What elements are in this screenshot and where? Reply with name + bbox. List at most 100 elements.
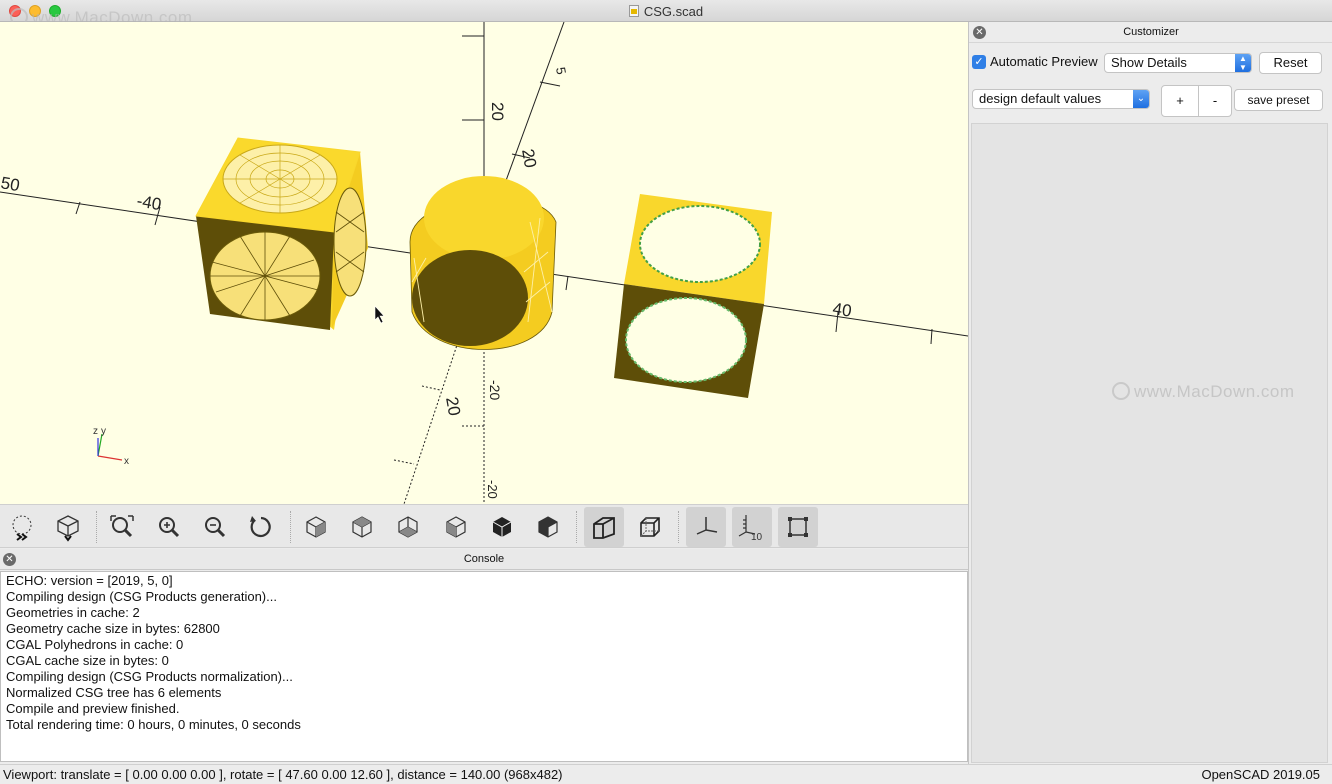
axis-label: 20 xyxy=(442,395,464,417)
preset-value: design default values xyxy=(979,91,1102,106)
console-line: ECHO: version = [2019, 5, 0] xyxy=(6,573,173,588)
y-axis-line-positive xyxy=(499,22,565,198)
view-bottom-button[interactable] xyxy=(388,507,428,547)
rounded-front-face xyxy=(412,250,528,346)
reset-view-button[interactable] xyxy=(241,507,281,547)
rounded-top-face xyxy=(424,176,544,260)
axis-label: 5 xyxy=(553,66,569,76)
customizer-header: ✕ Customizer xyxy=(969,22,1332,43)
scale-markers-icon: 10 xyxy=(738,515,763,542)
orthogonal-button[interactable] xyxy=(630,507,670,547)
view-back-button[interactable] xyxy=(528,507,568,547)
view-left-button[interactable] xyxy=(436,507,476,547)
show-details-value: Show Details xyxy=(1111,55,1187,70)
show-details-select[interactable]: Show Details ▲ ▼ xyxy=(1104,53,1252,73)
toolbar-separator xyxy=(576,511,577,543)
title-bar: CSG.scad www.MacDown.com xyxy=(0,0,1332,27)
reset-button[interactable]: Reset xyxy=(1259,52,1322,74)
status-bar: Viewport: translate = [ 0.00 0.00 0.00 ]… xyxy=(0,764,1332,784)
console-line: Normalized CSG tree has 6 elements xyxy=(6,685,222,700)
chevron-down-icon: ⌄ xyxy=(1133,90,1149,108)
sphere-cube-intersection xyxy=(409,176,557,350)
toolbar-separator xyxy=(678,511,679,543)
reset-view-icon xyxy=(250,516,271,538)
axis-label: 50 xyxy=(0,173,21,195)
customizer-parameters-area[interactable] xyxy=(971,123,1328,763)
view-back-icon xyxy=(538,516,558,538)
cube-sphere-difference xyxy=(195,137,368,330)
view-front-icon xyxy=(492,517,512,537)
axis-label: 40 xyxy=(831,299,852,320)
preview-button[interactable] xyxy=(2,507,42,547)
console-line: CGAL Polyhedrons in cache: 0 xyxy=(6,637,184,652)
add-preset-button[interactable]: + xyxy=(1161,85,1199,117)
edges-icon xyxy=(788,517,808,537)
mouse-cursor-icon xyxy=(374,305,385,324)
window-title-text: CSG.scad xyxy=(643,4,704,19)
orthogonal-icon xyxy=(640,517,660,537)
toolbar-separator xyxy=(96,511,97,543)
watermark: www.MacDown.com xyxy=(1112,382,1295,402)
viewport-info: Viewport: translate = [ 0.00 0.00 0.00 ]… xyxy=(3,767,563,782)
console-line: Compile and preview finished. xyxy=(6,701,180,716)
console-line: CGAL cache size in bytes: 0 xyxy=(6,653,169,668)
view-right-icon xyxy=(306,516,326,538)
axis-label: -40 xyxy=(135,191,163,214)
console-line: Total rendering time: 0 hours, 0 minutes… xyxy=(6,717,301,732)
show-edges-button[interactable] xyxy=(778,507,818,547)
view-top-button[interactable] xyxy=(342,507,382,547)
axis-label: -20 xyxy=(485,480,500,499)
axis-label: 20 xyxy=(518,147,540,169)
remove-preset-button[interactable]: - xyxy=(1198,85,1232,117)
zoom-out-button[interactable] xyxy=(195,507,235,547)
zoom-in-button[interactable] xyxy=(149,507,189,547)
view-all-button[interactable] xyxy=(102,507,142,547)
console-title: Console xyxy=(463,553,505,565)
console-output[interactable]: ECHO: version = [2019, 5, 0] Compiling d… xyxy=(0,571,968,762)
view-top-icon xyxy=(352,516,372,538)
z-indicator-label: z xyxy=(93,426,98,437)
console-line: Geometry cache size in bytes: 62800 xyxy=(6,621,220,636)
show-axes-button[interactable] xyxy=(686,507,726,547)
view-toolbar: 10 xyxy=(0,504,968,548)
view-bottom-icon xyxy=(398,516,418,538)
customizer-close-icon[interactable]: ✕ xyxy=(973,26,986,39)
perspective-button[interactable] xyxy=(584,507,624,547)
cube-cylinder-difference xyxy=(614,194,772,398)
console-header: ✕ Console xyxy=(0,549,968,570)
customizer-title: Customizer xyxy=(1123,26,1179,38)
viewport-scene: 50 -40 20 20 5 40 20 -20 -20 -5 x y z xyxy=(0,22,968,504)
x-indicator-line xyxy=(97,455,123,461)
axis-tick xyxy=(539,81,561,87)
window-title: CSG.scad xyxy=(0,4,1332,19)
show-scale-markers-button[interactable]: 10 xyxy=(732,507,772,547)
toolbar-separator xyxy=(290,511,291,543)
console-line: Geometries in cache: 2 xyxy=(6,605,140,620)
axis-label: -20 xyxy=(487,380,503,400)
3d-viewport[interactable]: 50 -40 20 20 5 40 20 -20 -20 -5 x y z xyxy=(0,22,968,504)
axis-tick xyxy=(421,385,441,391)
view-left-icon xyxy=(446,516,466,538)
console-line: Compiling design (CSG Products normaliza… xyxy=(6,669,293,684)
axis-tick xyxy=(930,328,933,345)
preset-select[interactable]: design default values ⌄ xyxy=(972,89,1150,109)
zoom-out-icon xyxy=(205,517,226,538)
document-icon xyxy=(628,5,639,17)
watermark-logo-icon xyxy=(1112,382,1130,400)
sphere-mesh-side xyxy=(333,187,367,297)
console-line: Compiling design (CSG Products generatio… xyxy=(6,589,277,604)
console-close-icon[interactable]: ✕ xyxy=(3,553,16,566)
x-indicator-label: x xyxy=(124,456,129,467)
automatic-preview-checkbox[interactable]: ✓ xyxy=(972,55,986,69)
cylinder-hole-top xyxy=(639,205,761,283)
scale-label: 10 xyxy=(751,532,763,542)
axes-indicator: x y z xyxy=(93,426,129,467)
view-front-button[interactable] xyxy=(482,507,522,547)
axis-tick xyxy=(393,459,415,465)
save-preset-button[interactable]: save preset xyxy=(1234,89,1323,111)
view-right-button[interactable] xyxy=(296,507,336,547)
render-icon xyxy=(57,515,79,542)
perspective-icon xyxy=(593,517,615,539)
render-button[interactable] xyxy=(48,507,88,547)
view-all-icon xyxy=(110,515,134,538)
